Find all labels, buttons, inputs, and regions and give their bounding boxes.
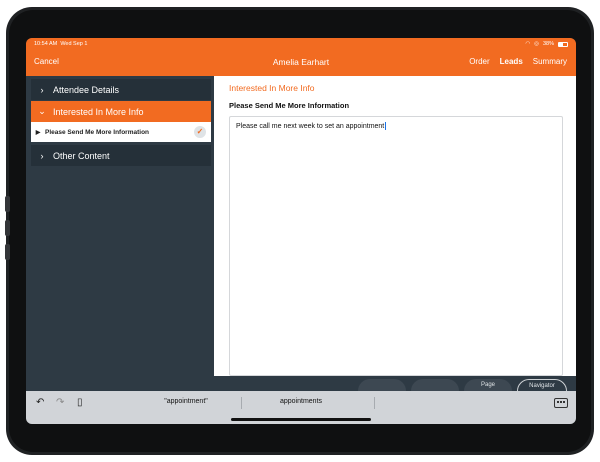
leads-link[interactable]: Leads — [500, 57, 523, 66]
main-panel: Interested In More Info Please Send Me M… — [214, 76, 576, 376]
status-time: 10:54 AM Wed Sep 1 — [34, 41, 88, 47]
checkmark-icon: ✓ — [194, 126, 206, 138]
suggestion-2[interactable]: appointments — [251, 398, 351, 405]
nav-bar: Cancel Amelia Earhart Order Leads Summar… — [26, 52, 576, 72]
sidebar-group-other-content[interactable]: › Other Content — [31, 145, 211, 166]
section-title: Interested In More Info — [229, 83, 315, 93]
order-link[interactable]: Order — [469, 57, 489, 66]
chevron-right-icon: › — [40, 150, 44, 161]
chevron-down-icon: ⌄ — [38, 106, 46, 116]
header: 10:54 AM Wed Sep 1 ◠ ◎ 38% Cancel Amelia… — [26, 38, 576, 76]
keyboard-hide-icon[interactable] — [554, 398, 568, 408]
notes-text: Please call me next week to set an appoi… — [236, 122, 385, 130]
home-strip — [26, 415, 576, 424]
field-label: Please Send Me More Information — [229, 101, 350, 110]
battery-level: 38% — [542, 41, 554, 47]
sidebar: › Attendee Details ⌄ Interested In More … — [26, 76, 214, 407]
home-indicator — [231, 418, 371, 421]
wifi-icon: ◠ — [525, 41, 531, 47]
status-indicators: ◠ ◎ 38% — [525, 41, 568, 47]
nav-links: Order Leads Summary — [469, 57, 567, 66]
summary-link[interactable]: Summary — [533, 57, 567, 66]
sidebar-group-label: Attendee Details — [53, 84, 120, 95]
lock-rotation-icon: ◎ — [534, 41, 539, 47]
app-screen: 10:54 AM Wed Sep 1 ◠ ◎ 38% Cancel Amelia… — [26, 38, 576, 424]
status-bar: 10:54 AM Wed Sep 1 ◠ ◎ 38% — [26, 38, 576, 50]
play-icon: ▶ — [35, 129, 41, 136]
notes-textarea[interactable]: Please call me next week to set an appoi… — [229, 116, 563, 376]
battery-icon — [558, 41, 568, 47]
sidebar-group-label: Interested In More Info — [53, 106, 144, 117]
text-cursor — [385, 122, 387, 130]
suggestion-divider — [374, 397, 375, 409]
sidebar-group-attendee-details[interactable]: › Attendee Details — [31, 79, 211, 100]
undo-icon[interactable]: ↶ — [36, 397, 44, 408]
chevron-right-icon: › — [40, 84, 44, 95]
clipboard-icon[interactable]: ▯ — [77, 397, 83, 408]
sidebar-group-interested-in-more-info[interactable]: ⌄ Interested In More Info — [31, 101, 211, 122]
redo-icon[interactable]: ↷ — [56, 397, 64, 408]
sidebar-item-label: Please Send Me More Information — [45, 128, 150, 136]
suggestion-divider — [241, 397, 242, 409]
keyboard-suggestion-bar: ↶ ↷ ▯ "appointment" appointments — [26, 391, 576, 415]
bottom-toolbar: Page Navigator — [26, 376, 576, 403]
suggestion-1[interactable]: "appointment" — [136, 398, 236, 405]
sidebar-item-please-send-info[interactable]: ▶ Please Send Me More Information ✓ — [31, 122, 211, 142]
volume-up-button — [5, 196, 10, 212]
volume-down-button — [5, 220, 10, 236]
sidebar-group-label: Other Content — [53, 150, 110, 161]
power-button — [5, 244, 10, 260]
